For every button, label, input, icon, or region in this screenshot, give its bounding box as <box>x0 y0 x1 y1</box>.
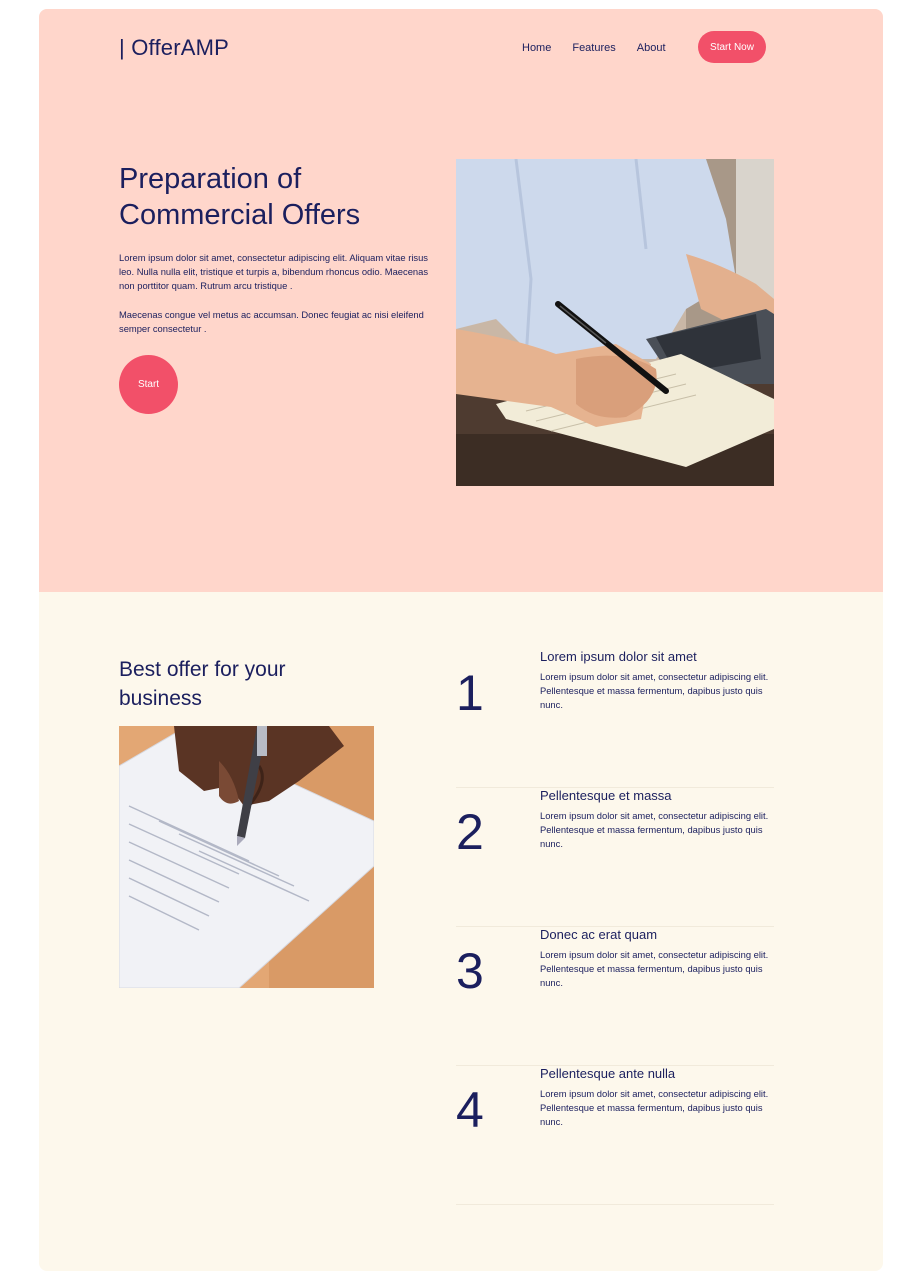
landing-page: | OfferAMP Home Features About Start Now… <box>39 9 883 1271</box>
feature-number: 3 <box>456 943 484 999</box>
feature-title: Pellentesque ante nulla <box>540 1066 676 1081</box>
feature-description: Lorem ipsum dolor sit amet, consectetur … <box>540 1088 769 1127</box>
main-nav: Home Features About <box>522 42 687 54</box>
nav-about-link[interactable]: About <box>637 42 666 54</box>
feature-item-2: 2 Pellentesque et massa Lorem ipsum dolo… <box>456 788 774 927</box>
feature-item-1: 1 Lorem ipsum dolor sit amet Lorem ipsum… <box>456 649 774 788</box>
feature-item-4: 4 Pellentesque ante nulla Lorem ipsum do… <box>456 1066 774 1205</box>
feature-title: Lorem ipsum dolor sit amet <box>540 649 697 664</box>
start-now-button[interactable]: Start Now <box>698 31 766 63</box>
feature-number: 2 <box>456 804 484 860</box>
feature-number: 4 <box>456 1082 484 1138</box>
feature-description: Lorem ipsum dolor sit amet, consectetur … <box>540 949 769 988</box>
hero-paragraph-1: Lorem ipsum dolor sit amet, consectetur … <box>119 252 429 291</box>
nav-features-link[interactable]: Features <box>572 42 615 54</box>
feature-description: Lorem ipsum dolor sit amet, consectetur … <box>540 810 769 849</box>
feature-title: Pellentesque et massa <box>540 788 672 803</box>
hero-title: Preparation of Commercial Offers <box>119 163 361 231</box>
feature-item-3: 3 Donec ac erat quam Lorem ipsum dolor s… <box>456 927 774 1066</box>
nav-home-link[interactable]: Home <box>522 42 551 54</box>
feature-title: Donec ac erat quam <box>540 927 658 942</box>
signing-document-image <box>119 726 374 988</box>
hero-section: | OfferAMP Home Features About Start Now… <box>39 9 883 592</box>
brand-logo[interactable]: | OfferAMP <box>119 35 229 61</box>
hero-paragraph-2: Maecenas congue vel metus ac accumsan. D… <box>119 309 424 334</box>
feature-description: Lorem ipsum dolor sit amet, consectetur … <box>540 671 769 710</box>
hero-image-man-writing <box>456 159 774 486</box>
feature-number: 1 <box>456 665 484 721</box>
start-button[interactable]: Start <box>119 355 178 414</box>
section-title: Best offer for your business <box>119 658 286 710</box>
